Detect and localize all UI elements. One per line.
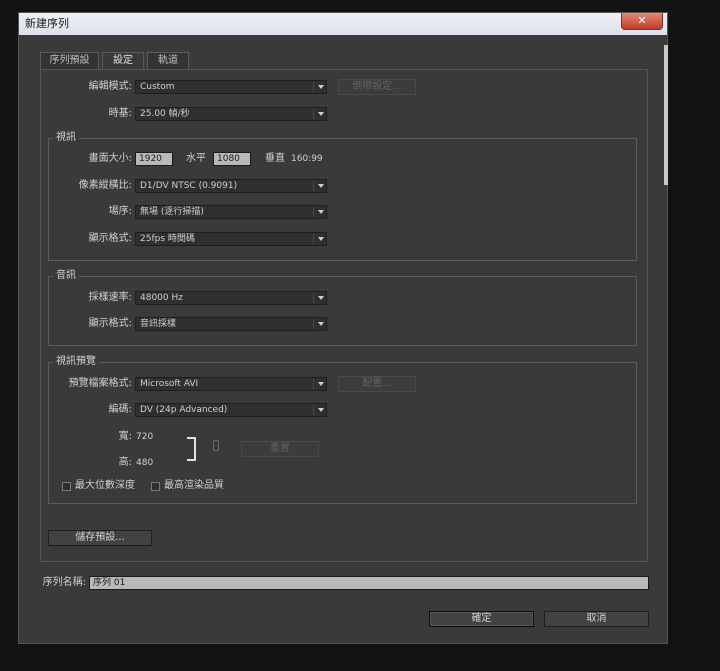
preview-height-value[interactable]: 480 — [136, 456, 153, 470]
dropdown-separator — [313, 234, 314, 244]
timebase-label: 時基: — [108, 108, 132, 119]
video-group-title: 視訊 — [53, 132, 79, 144]
dropdown-separator — [313, 319, 314, 329]
audio-group — [48, 276, 637, 346]
tab-sequence-presets[interactable]: 序列預設 — [40, 52, 99, 69]
chevron-down-icon — [318, 382, 324, 386]
cancel-label: 取消 — [586, 613, 607, 624]
sequence-name-input[interactable]: 序列 01 — [89, 576, 649, 590]
chevron-down-icon — [318, 408, 324, 412]
save-preset-button[interactable]: 儲存預設... — [48, 530, 152, 546]
audio-display-format-label: 顯示格式: — [88, 318, 132, 329]
frame-height-input[interactable]: 1080 — [213, 152, 251, 166]
editing-mode-label: 編輯模式: — [88, 81, 132, 92]
ok-label: 確定 — [471, 613, 492, 624]
video-display-format-value: 25fps 時間碼 — [140, 234, 195, 244]
preview-width-label: 寬: — [118, 431, 132, 442]
video-display-format-label: 顯示格式: — [88, 233, 132, 244]
chevron-down-icon — [318, 85, 324, 89]
audio-display-format-value: 音訊採樣 — [140, 319, 177, 329]
dropdown-separator — [313, 207, 314, 217]
audio-display-format-dropdown[interactable]: 音訊採樣 — [135, 317, 327, 331]
ok-button[interactable]: 確定 — [429, 611, 534, 627]
sample-rate-label: 採樣速率: — [88, 292, 132, 303]
sample-rate-value: 48000 Hz — [140, 293, 183, 303]
dropdown-separator — [313, 181, 314, 191]
frame-aspect-value: 160:99 — [291, 154, 323, 164]
codec-label: 編碼: — [108, 404, 132, 415]
chevron-down-icon — [318, 296, 324, 300]
configure-label: 配置... — [362, 378, 392, 389]
timebase-dropdown[interactable]: 25.00 幀/秒 — [135, 107, 327, 121]
video-preview-group-title: 視訊預覽 — [53, 356, 99, 368]
pixel-aspect-label: 像素縱橫比: — [78, 180, 132, 191]
vertical-label: 垂直 — [265, 153, 285, 164]
save-preset-label: 儲存預設... — [75, 532, 125, 543]
reset-label: 重置 — [270, 443, 290, 454]
sample-rate-dropdown[interactable]: 48000 Hz — [135, 291, 327, 305]
tab-settings[interactable]: 設定 — [102, 52, 144, 70]
editing-mode-value: Custom — [140, 82, 175, 92]
dropdown-separator — [313, 109, 314, 119]
close-icon: ✕ — [637, 14, 647, 27]
sequence-name-label: 序列名稱: — [42, 577, 86, 588]
frame-width-input[interactable]: 1920 — [135, 152, 173, 166]
horizontal-label: 水平 — [186, 153, 206, 164]
scrollbar-thumb[interactable] — [664, 45, 668, 185]
pixel-aspect-value: D1/DV NTSC (0.9091) — [140, 181, 238, 191]
configure-button[interactable]: 配置... — [338, 376, 416, 392]
chevron-down-icon — [318, 210, 324, 214]
max-bit-depth-checkbox[interactable] — [62, 482, 71, 491]
tab-tracks[interactable]: 軌道 — [147, 52, 189, 69]
video-display-format-dropdown[interactable]: 25fps 時間碼 — [135, 232, 327, 246]
preview-file-format-label: 預覽檔案格式: — [68, 378, 132, 389]
chevron-down-icon — [318, 237, 324, 241]
cancel-button[interactable]: 取消 — [544, 611, 649, 627]
timebase-value: 25.00 幀/秒 — [140, 109, 190, 119]
max-render-quality-label: 最高渲染品質 — [164, 480, 224, 491]
tab-label: 序列預設 — [49, 55, 90, 66]
dropdown-separator — [313, 379, 314, 389]
close-button[interactable]: ✕ — [621, 13, 663, 30]
fields-dropdown[interactable]: 無場 (逐行掃描) — [135, 205, 327, 219]
title-bar: 新建序列 — [19, 13, 667, 35]
chevron-down-icon — [318, 112, 324, 116]
codec-dropdown[interactable]: DV (24p Advanced) — [135, 403, 327, 417]
fields-label: 場序: — [108, 206, 132, 217]
dropdown-separator — [313, 82, 314, 92]
fields-value: 無場 (逐行掃描) — [140, 207, 204, 217]
tab-label: 設定 — [113, 55, 133, 66]
chevron-down-icon — [318, 322, 324, 326]
preview-height-label: 高: — [118, 457, 132, 468]
chain-link-icon[interactable] — [213, 440, 219, 451]
reset-button[interactable]: 重置 — [241, 441, 319, 457]
codec-value: DV (24p Advanced) — [140, 405, 228, 415]
editing-mode-dropdown[interactable]: Custom — [135, 80, 327, 94]
max-render-quality-checkbox[interactable] — [151, 482, 160, 491]
preview-file-format-value: Microsoft AVI — [140, 379, 199, 389]
chevron-down-icon — [318, 184, 324, 188]
dropdown-separator — [313, 293, 314, 303]
playback-settings-button[interactable]: 倒帶設定... — [338, 79, 416, 95]
max-bit-depth-label: 最大位數深度 — [75, 480, 135, 491]
dropdown-separator — [313, 405, 314, 415]
frame-size-label: 畫面大小: — [88, 153, 132, 164]
pixel-aspect-dropdown[interactable]: D1/DV NTSC (0.9091) — [135, 179, 327, 193]
preview-width-value[interactable]: 720 — [136, 430, 153, 444]
link-bracket — [187, 437, 196, 461]
playback-settings-label: 倒帶設定... — [352, 81, 402, 92]
preview-file-format-dropdown[interactable]: Microsoft AVI — [135, 377, 327, 391]
window-title: 新建序列 — [25, 17, 69, 30]
audio-group-title: 音訊 — [53, 270, 79, 282]
tab-label: 軌道 — [158, 55, 178, 66]
